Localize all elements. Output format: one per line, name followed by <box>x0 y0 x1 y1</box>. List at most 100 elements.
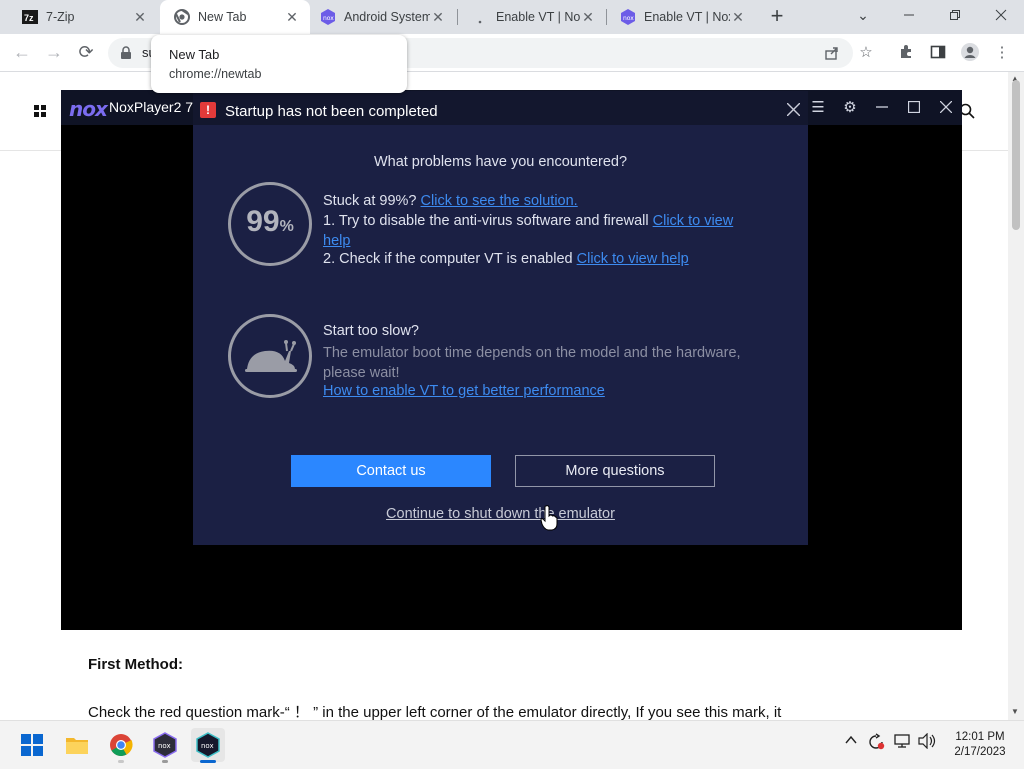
close-icon[interactable] <box>783 99 803 119</box>
step1-line: 1. Try to disable the anti-virus softwar… <box>323 213 733 229</box>
new-tab-button[interactable]: + <box>766 5 788 28</box>
step1-line-continued: help <box>323 233 350 249</box>
update-icon[interactable] <box>867 733 885 754</box>
minimize-icon[interactable] <box>886 0 932 30</box>
tab-search-icon[interactable]: ⌄ <box>840 0 886 30</box>
browser-tab-strip: 7z 7-Zip ✕ New Tab ✕ nox Android System … <box>0 0 1024 34</box>
svg-text:nox: nox <box>201 742 214 750</box>
close-icon[interactable] <box>935 96 957 118</box>
page-scrollbar[interactable]: ▲ ▼ <box>1008 72 1024 720</box>
start-icon[interactable] <box>15 728 49 762</box>
stuck-line: Stuck at 99%? Click to see the solution. <box>323 193 578 209</box>
scroll-thumb[interactable] <box>1012 80 1020 230</box>
back-icon[interactable]: ← <box>10 40 34 64</box>
settings-gear-icon[interactable]: ⚙ <box>839 96 861 118</box>
lock-icon[interactable] <box>120 46 132 65</box>
tab-enable-vt[interactable]: nox Enable VT | Nox ✕ <box>606 0 756 34</box>
7zip-icon: 7z <box>22 9 38 25</box>
close-icon[interactable]: ✕ <box>132 9 148 25</box>
tab-enable-vt-loading[interactable]: Enable VT | Nox ✕ <box>458 0 606 34</box>
step2-text: 2. Check if the computer VT is enabled <box>323 251 573 267</box>
step1-text: 1. Try to disable the anti-virus softwar… <box>323 213 649 229</box>
minimize-icon[interactable] <box>871 96 893 118</box>
nox-window-title: NoxPlayer2 7 <box>109 99 194 115</box>
step1-help-link[interactable]: Click to view <box>653 213 734 229</box>
grid-menu-icon[interactable] <box>34 105 46 117</box>
snail-circle <box>228 314 312 398</box>
menu-icon[interactable]: ☰ <box>807 96 829 118</box>
tab-title: Enable VT | Nox <box>496 10 580 24</box>
slow-description-line2: please wait! <box>323 365 400 381</box>
svg-text:7z: 7z <box>24 13 34 23</box>
nox-logo: nox <box>69 97 108 121</box>
slow-question: Start too slow? <box>323 323 419 339</box>
section-heading: First Method: <box>88 656 183 673</box>
loading-icon <box>472 9 488 25</box>
restore-icon[interactable] <box>932 0 978 30</box>
tab-title: Enable VT | Nox <box>644 10 730 24</box>
stuck-text: Stuck at 99%? <box>323 193 417 209</box>
clock-time: 12:01 PM <box>955 731 1005 743</box>
dialog-question: What problems have you encountered? <box>373 154 628 170</box>
progress-unit: % <box>279 218 294 235</box>
contact-us-button[interactable]: Contact us <box>291 455 491 487</box>
tab-title: 7-Zip <box>46 10 75 24</box>
nox-icon: nox <box>320 9 336 25</box>
file-explorer-icon[interactable] <box>60 728 94 762</box>
extensions-icon[interactable] <box>895 41 917 63</box>
maximize-icon[interactable] <box>903 96 925 118</box>
volume-icon[interactable] <box>918 732 938 752</box>
forward-icon[interactable]: → <box>42 40 66 64</box>
tab-android-system[interactable]: nox Android System ✕ <box>306 0 456 34</box>
windows-taskbar: nox nox 12:01 PM 2/17/2023 <box>0 720 1024 769</box>
svg-text:nox: nox <box>158 742 171 750</box>
tab-hover-card: New Tab chrome://newtab <box>151 35 407 93</box>
progress-circle: 99% <box>228 182 312 266</box>
snail-icon <box>245 340 297 372</box>
hand-cursor-icon <box>540 505 558 531</box>
hover-card-url: chrome://newtab <box>169 67 262 81</box>
profile-avatar-icon[interactable] <box>959 41 981 63</box>
close-icon[interactable]: ✕ <box>430 9 446 25</box>
more-questions-button[interactable]: More questions <box>515 455 715 487</box>
step2-line: 2. Check if the computer VT is enabled C… <box>323 251 689 267</box>
slow-description-line1: The emulator boot time depends on the mo… <box>323 345 741 361</box>
share-icon[interactable] <box>824 45 840 66</box>
close-icon[interactable]: ✕ <box>284 9 300 25</box>
continue-shutdown-link[interactable]: Continue to shut down the emulator <box>193 506 808 522</box>
startup-error-dialog: ! Startup has not been completed What pr… <box>193 91 808 545</box>
svg-text:nox: nox <box>323 15 334 22</box>
step1-help-link-continued[interactable]: help <box>323 233 350 249</box>
dialog-header: ! Startup has not been completed <box>193 91 808 125</box>
chrome-icon[interactable] <box>104 728 138 762</box>
nox-multi-icon[interactable]: nox <box>148 728 182 762</box>
dialog-title: Startup has not been completed <box>225 103 438 120</box>
progress-number: 99 <box>246 205 280 238</box>
more-menu-icon[interactable]: ⋮ <box>991 41 1013 63</box>
nox-icon[interactable]: nox <box>191 728 225 762</box>
reload-icon[interactable]: ⟳ <box>74 40 98 64</box>
clock-date: 2/17/2023 <box>954 746 1006 758</box>
tab-7zip[interactable]: 7z 7-Zip ✕ <box>8 0 158 34</box>
nox-icon: nox <box>620 9 636 25</box>
network-icon[interactable] <box>894 733 912 752</box>
article-paragraph: Check the red question mark-“ ！ ” in the… <box>88 704 782 721</box>
chevron-up-icon[interactable] <box>845 733 857 749</box>
system-clock[interactable]: 12:01 PM 2/17/2023 <box>944 730 1016 760</box>
scroll-down-arrow-icon[interactable]: ▼ <box>1011 707 1019 716</box>
side-panel-icon[interactable] <box>927 41 949 63</box>
close-window-icon[interactable] <box>978 0 1024 30</box>
solution-link[interactable]: Click to see the solution. <box>421 193 578 209</box>
svg-text:nox: nox <box>623 15 634 22</box>
chrome-icon <box>174 9 190 25</box>
tab-title: Android System <box>344 10 430 24</box>
bookmark-star-icon[interactable]: ☆ <box>855 41 877 63</box>
close-icon[interactable]: ✕ <box>730 9 746 25</box>
close-icon[interactable]: ✕ <box>580 9 596 25</box>
warning-icon: ! <box>200 102 216 118</box>
hover-card-title: New Tab <box>169 47 220 62</box>
enable-vt-link[interactable]: How to enable VT to get better performan… <box>323 383 605 399</box>
step2-help-link[interactable]: Click to view help <box>577 251 689 267</box>
tab-title: New Tab <box>198 10 247 24</box>
tab-new-tab[interactable]: New Tab ✕ <box>160 0 310 34</box>
